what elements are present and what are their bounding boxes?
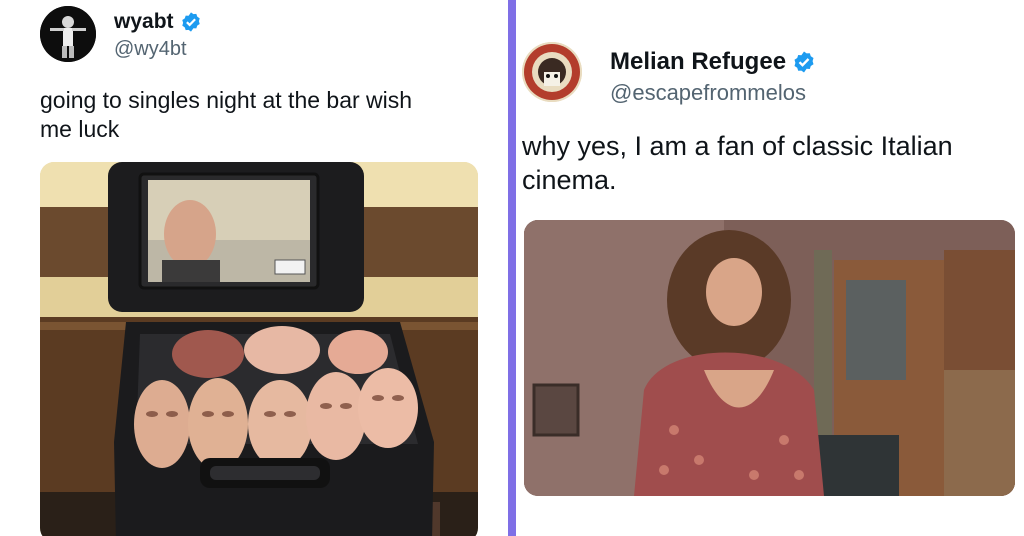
display-name-row: wyabt (114, 10, 202, 34)
handle[interactable]: @wy4bt (114, 38, 187, 61)
verified-badge-icon (794, 51, 814, 73)
panel-divider (508, 0, 516, 536)
display-name-row: Melian Refugee (610, 48, 816, 76)
tweet-text-line: why yes, I am a fan of classic Italian (522, 131, 953, 161)
avatar[interactable] (522, 42, 582, 102)
display-name[interactable]: wyabt (114, 10, 174, 34)
left-tweet-card: wyabt @wy4bt going to singles night at t… (0, 0, 508, 536)
avatar[interactable] (40, 6, 96, 62)
tweet-text-line: going to singles night at the bar wish (40, 87, 413, 113)
avatar-photo-icon (40, 6, 96, 62)
tweet-photo[interactable] (524, 220, 1015, 496)
display-name[interactable]: Melian Refugee (610, 48, 786, 76)
right-tweet-card: Melian Refugee @escapefrommelos why yes,… (516, 0, 1024, 536)
tweet-text-line: me luck (40, 115, 120, 142)
suitcase-of-masks-photo (40, 162, 478, 536)
handle[interactable]: @escapefrommelos (610, 80, 806, 106)
film-still-photo (524, 220, 1015, 496)
avatar-illustration-icon (522, 42, 582, 102)
tweet-text: why yes, I am a fan of classic Italian c… (522, 130, 1017, 198)
verified-badge-icon (181, 12, 200, 32)
tweet-photo[interactable] (40, 162, 478, 536)
tweet-text: going to singles night at the bar wish m… (40, 86, 500, 144)
tweet-text-line: cinema. (522, 164, 617, 195)
